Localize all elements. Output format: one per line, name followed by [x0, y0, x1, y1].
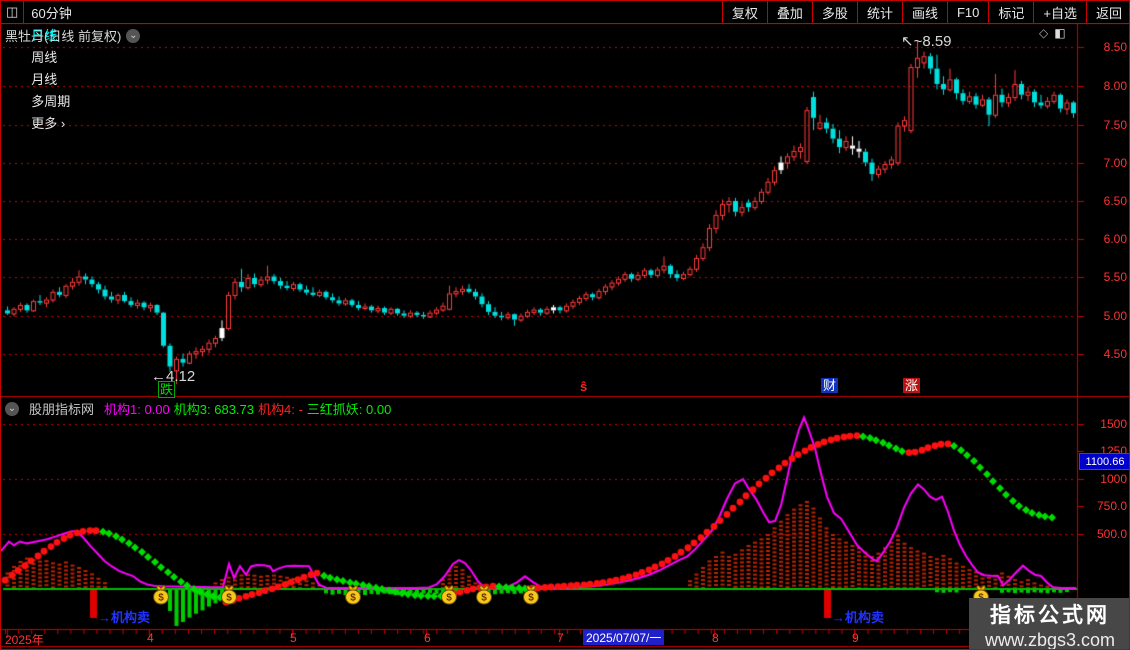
price-axis-label: 8.50	[1103, 40, 1127, 54]
high-price-annotation: ↖~8.59	[901, 33, 952, 50]
date-axis-label: 2025年	[5, 633, 44, 647]
indicator-source-label: 股朋指标网	[29, 402, 95, 417]
period-tab-6[interactable]: 60分钟	[24, 1, 78, 23]
period-tabs: 分时1分钟5分钟15分钟30分钟60分钟日线周线月线多周期更多 ›	[24, 1, 78, 133]
period-tab-8[interactable]: 周线	[24, 45, 78, 67]
watermark-url: www.zbgs3.com	[984, 629, 1116, 650]
tool-button-6[interactable]: F10	[946, 1, 988, 23]
collapse-chevron-icon[interactable]: ⌄	[5, 401, 19, 416]
money-bag-icon: $	[475, 584, 493, 610]
money-bag-icon: $	[440, 584, 458, 610]
indicator-field: 机构1: 0.00	[104, 402, 170, 417]
pane-split-icon[interactable]: ◧	[1054, 26, 1065, 40]
price-axis-label: 7.50	[1103, 118, 1127, 132]
price-axis-label: 8.00	[1103, 79, 1127, 93]
cai-signal-marker: 财	[821, 378, 839, 393]
price-axis-label: 6.00	[1103, 232, 1127, 246]
money-bag-icon: $	[220, 584, 238, 610]
price-axis-label: 7.00	[1103, 156, 1127, 170]
date-axis: 2025年 4 5 6 7 8 9	[1, 630, 1129, 647]
date-axis-label: 8	[712, 631, 719, 645]
chevron-down-icon[interactable]: ⌄	[126, 28, 141, 43]
tool-button-5[interactable]: 画线	[901, 1, 947, 23]
svg-text:$: $	[446, 593, 452, 604]
window-split-icon[interactable]: ◫	[1, 1, 25, 23]
indicator-axis-label: 1500	[1100, 417, 1127, 431]
date-axis-label: 5	[290, 631, 297, 645]
up-signal-marker: 涨	[903, 378, 921, 393]
period-toolbar: ◫ 分时1分钟5分钟15分钟30分钟60分钟日线周线月线多周期更多 › 复权叠加…	[1, 1, 1129, 131]
s-signal-marker: ŝ	[580, 379, 588, 394]
period-tab-7[interactable]: 日线	[24, 23, 78, 45]
indicator-field: 机构4: -	[258, 402, 303, 417]
indicator-values: 机构1: 0.00 机构3: 683.73 机构4: - 三红抓妖: 0.00	[104, 399, 395, 418]
diamond-icon[interactable]: ◇	[1039, 26, 1048, 40]
chart-corner-icons: ◇ ◧	[1039, 26, 1066, 40]
down-signal-marker: 跌	[158, 381, 176, 398]
period-tab-9[interactable]: 月线	[24, 67, 78, 89]
svg-text:$: $	[481, 593, 487, 604]
indicator-axis-label: 750.0	[1096, 499, 1127, 513]
indicator-field: 机构3: 683.73	[173, 402, 254, 417]
price-axis-label: 6.50	[1103, 194, 1127, 208]
price-axis-label: 5.00	[1103, 309, 1127, 323]
date-highlight: 2025/07/07/一	[583, 630, 665, 645]
money-bag-icon: $	[344, 584, 362, 610]
indicator-axis-label: 500.0	[1096, 527, 1127, 541]
price-axis-label: 5.50	[1103, 270, 1127, 284]
money-bag-icon: $	[522, 584, 540, 610]
tool-button-8[interactable]: +自选	[1033, 1, 1086, 23]
tool-button-3[interactable]: 多股	[811, 1, 857, 23]
date-axis-label: 6	[424, 631, 431, 645]
tool-button-9[interactable]: 返回	[1085, 1, 1129, 23]
date-axis-label: 9	[852, 631, 859, 645]
svg-text:$: $	[528, 593, 534, 604]
money-bag-icon: $	[152, 584, 170, 610]
chart-canvas[interactable]	[1, 1, 1129, 649]
tool-button-4[interactable]: 统计	[856, 1, 902, 23]
institution-sell-label: →机构卖	[832, 610, 885, 625]
price-axis-label: 4.50	[1103, 347, 1127, 361]
current-value-badge: 1100.66	[1079, 453, 1129, 470]
indicator-field: 三红抓妖: 0.00	[306, 402, 392, 417]
indicator-axis-label: 1000	[1100, 472, 1127, 486]
watermark-site-name: 指标公式网	[990, 603, 1110, 627]
svg-text:$: $	[226, 593, 232, 604]
tool-button-2[interactable]: 叠加	[766, 1, 812, 23]
svg-text:$: $	[350, 593, 356, 604]
tool-button-7[interactable]: 标记	[988, 1, 1033, 23]
institution-sell-label: →机构卖	[98, 610, 151, 625]
trading-app-window: ◫ 分时1分钟5分钟15分钟30分钟60分钟日线周线月线多周期更多 › 复权叠加…	[0, 0, 1130, 650]
tool-buttons: 复权 叠加 多股 统计 画线 F10 标记 +自选 返回	[721, 1, 1129, 23]
svg-text:$: $	[158, 593, 164, 604]
period-tab-10[interactable]: 多周期	[24, 89, 78, 111]
indicator-header: ⌄ 股朋指标网 机构1: 0.00 机构3: 683.73 机构4: - 三红抓妖: …	[5, 399, 395, 418]
watermark: 指标公式网 www.zbgs3.com	[969, 598, 1129, 650]
period-tab-11[interactable]: 更多 ›	[24, 111, 78, 133]
date-axis-label: 7	[557, 631, 564, 645]
tool-button-1[interactable]: 复权	[721, 1, 767, 23]
date-axis-label: 4	[147, 631, 154, 645]
